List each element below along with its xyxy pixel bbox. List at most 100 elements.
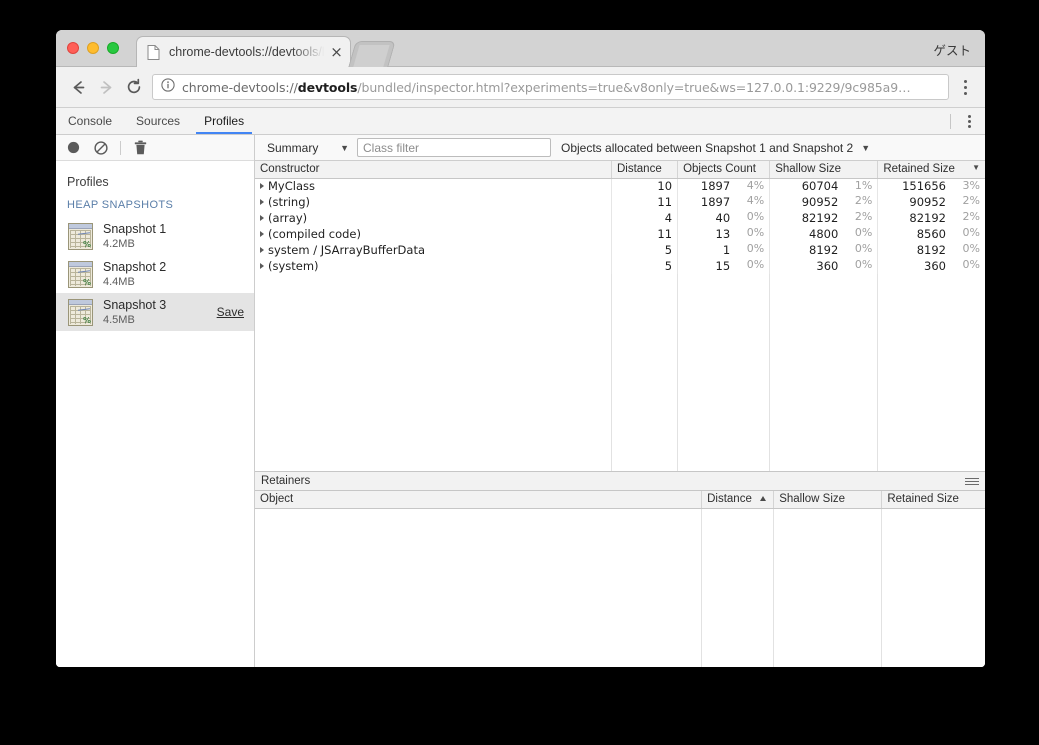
constructor-name: (system): [268, 259, 319, 273]
trash-icon[interactable]: [131, 139, 149, 157]
table-row[interactable]: (compiled code) 11 13 0% 4800 0% 8560 0%: [255, 226, 985, 242]
devtools-tabbar-right: [950, 108, 985, 134]
column-header-retained-size[interactable]: Retained Size: [881, 491, 985, 509]
back-arrow-icon[interactable]: [64, 73, 92, 101]
cell-objects-count: 15 0%: [677, 258, 771, 274]
expand-triangle-icon[interactable]: [260, 263, 264, 269]
profile-guest-label[interactable]: ゲスト: [933, 40, 971, 59]
table-row[interactable]: system / JSArrayBufferData 5 1 0% 8192 0% …: [255, 242, 985, 258]
retainers-panel: Retainers Object Distance Shallow Size R…: [255, 471, 985, 667]
sort-descending-icon: ▼: [972, 163, 980, 173]
profiles-sidebar-toolbar: [56, 135, 254, 161]
close-window-button[interactable]: [67, 42, 79, 54]
column-header-shallow-size[interactable]: Shallow Size: [769, 161, 879, 179]
devtools-menu-button[interactable]: [961, 111, 977, 131]
table-header-row: Object Distance Shallow Size Retained Si…: [255, 491, 985, 509]
view-mode-select[interactable]: Summary ▼: [261, 138, 353, 158]
cell-constructor[interactable]: (array): [255, 210, 612, 226]
allocation-range-value: Objects allocated between Snapshot 1 and…: [561, 140, 854, 155]
grid-empty-area: [255, 274, 985, 471]
retainers-header: Retainers: [255, 472, 985, 491]
cell-shallow-size: 60704 1%: [769, 178, 879, 194]
browser-menu-button[interactable]: [955, 74, 975, 100]
column-header-distance[interactable]: Distance: [611, 161, 679, 179]
class-filter-input[interactable]: Class filter: [357, 138, 551, 157]
column-rules: [255, 274, 985, 471]
sidebar-item-snapshot-1[interactable]: % Snapshot 1 4.2MB: [56, 217, 254, 255]
sidebar-item-snapshot-2[interactable]: % Snapshot 2 4.4MB: [56, 255, 254, 293]
cell-constructor[interactable]: (compiled code): [255, 226, 612, 242]
reload-icon[interactable]: [120, 73, 148, 101]
cell-constructor[interactable]: system / JSArrayBufferData: [255, 242, 612, 258]
expand-triangle-icon[interactable]: [260, 215, 264, 221]
new-tab-button[interactable]: [348, 41, 396, 67]
objects-count-percent: 0%: [746, 226, 765, 239]
retainers-title: Retainers: [261, 475, 311, 487]
profiles-main: Summary ▼ Class filter Objects allocated…: [255, 135, 985, 667]
devtools-body: Profiles HEAP SNAPSHOTS % Snapshot 1 4.2…: [56, 135, 985, 667]
address-bar-url: chrome-devtools://devtools/bundled/inspe…: [182, 80, 910, 95]
tab-sources-label: Sources: [136, 114, 181, 128]
divider: [950, 113, 951, 129]
table-row[interactable]: (system) 5 15 0% 360 0% 360 0%: [255, 258, 985, 274]
shallow-size-percent: 2%: [854, 210, 873, 223]
objects-count-percent: 0%: [746, 210, 765, 223]
address-bar[interactable]: chrome-devtools://devtools/bundled/inspe…: [152, 74, 949, 100]
sidebar-group-heap-snapshots: HEAP SNAPSHOTS: [67, 199, 174, 211]
tab-console[interactable]: Console: [56, 108, 124, 134]
cell-objects-count: 40 0%: [677, 210, 771, 226]
save-snapshot-link[interactable]: Save: [217, 305, 244, 319]
retained-size-percent: 2%: [962, 210, 980, 223]
minimize-window-button[interactable]: [87, 42, 99, 54]
snapshot-size: 4.5MB: [103, 313, 135, 326]
devtools-tabbar: Console Sources Profiles: [56, 108, 985, 135]
column-header-constructor[interactable]: Constructor: [255, 161, 612, 179]
objects-count-percent: 4%: [746, 194, 765, 207]
sidebar-item-snapshot-3[interactable]: % Snapshot 3 4.5MB Save: [56, 293, 254, 331]
no-entry-icon[interactable]: [92, 139, 110, 157]
browser-tab[interactable]: chrome-devtools://devtools/bundled/inspe…: [136, 36, 351, 67]
divider: [120, 140, 121, 155]
chevron-down-icon: ▼: [340, 142, 349, 153]
close-tab-button[interactable]: ×: [329, 44, 344, 60]
column-header-retained-size[interactable]: Retained Size ▼: [877, 161, 985, 179]
column-header-object[interactable]: Object: [255, 491, 703, 509]
table-row[interactable]: MyClass 10 1897 4% 60704 1% 151656 3%: [255, 178, 985, 194]
cell-retained-size: 82192 2%: [878, 210, 985, 226]
chevron-down-icon: ▼: [861, 142, 871, 153]
table-row[interactable]: (array) 4 40 0% 82192 2% 82192 2%: [255, 210, 985, 226]
column-header-distance[interactable]: Distance: [701, 491, 775, 509]
cell-objects-count: 1 0%: [677, 242, 771, 258]
table-row[interactable]: (string) 11 1897 4% 90952 2% 90952 2%: [255, 194, 985, 210]
expand-triangle-icon[interactable]: [260, 199, 264, 205]
cell-constructor[interactable]: (system): [255, 258, 612, 274]
tab-profiles[interactable]: Profiles: [192, 108, 256, 134]
expand-triangle-icon[interactable]: [260, 247, 264, 253]
record-circle-icon[interactable]: [64, 139, 82, 157]
allocation-range-select[interactable]: Objects allocated between Snapshot 1 and…: [561, 138, 870, 158]
cell-constructor[interactable]: (string): [255, 194, 612, 210]
cell-retained-size: 360 0%: [878, 258, 985, 274]
tab-sources[interactable]: Sources: [124, 108, 192, 134]
column-header-objects-count[interactable]: Objects Count: [677, 161, 771, 179]
tab-console-label: Console: [68, 114, 113, 128]
cell-objects-count: 13 0%: [677, 226, 771, 242]
cell-distance: 11: [611, 194, 679, 210]
cell-distance: 5: [611, 242, 679, 258]
snapshot-info: Snapshot 2 4.4MB: [103, 260, 244, 289]
snapshot-name: Snapshot 1: [103, 221, 167, 236]
shallow-size-percent: 2%: [854, 194, 873, 207]
expand-triangle-icon[interactable]: [260, 183, 264, 190]
expand-triangle-icon[interactable]: [260, 231, 264, 237]
cell-retained-size: 151656 3%: [878, 178, 985, 194]
cell-constructor[interactable]: MyClass: [255, 178, 612, 194]
cell-objects-count: 1897 4%: [677, 178, 771, 194]
snapshot-info: Snapshot 1 4.2MB: [103, 222, 244, 251]
info-circle-icon[interactable]: [161, 77, 175, 97]
hamburger-menu-icon[interactable]: [965, 475, 979, 487]
maximize-window-button[interactable]: [107, 42, 119, 54]
heap-snapshot-icon: %: [68, 222, 93, 250]
column-header-shallow-size[interactable]: Shallow Size: [773, 491, 883, 509]
cell-shallow-size: 360 0%: [769, 258, 879, 274]
column-header-distance-label: Distance: [707, 493, 752, 506]
